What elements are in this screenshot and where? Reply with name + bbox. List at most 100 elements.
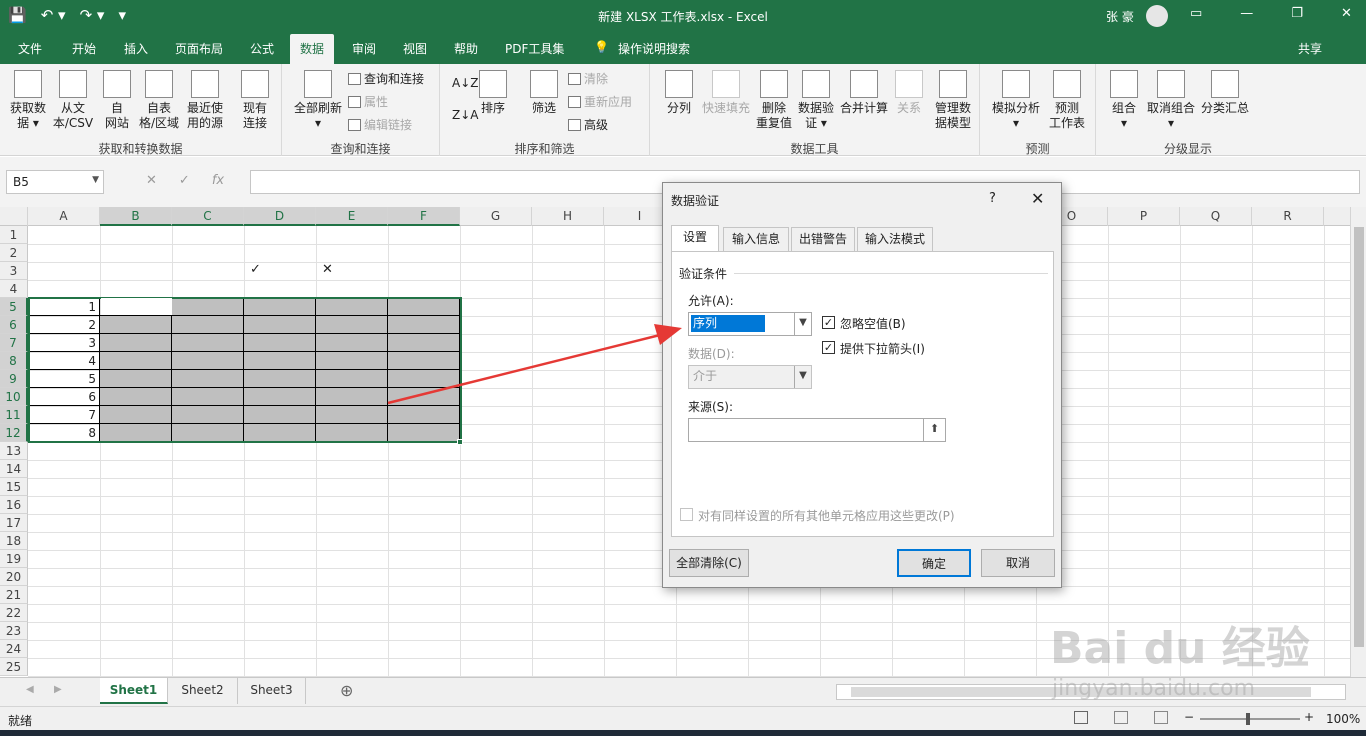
tab-ime-mode[interactable]: 输入法模式 bbox=[857, 227, 933, 251]
row-header-9[interactable]: 9 bbox=[0, 370, 28, 388]
query-connections-button[interactable]: 查询和连接 bbox=[348, 70, 424, 87]
manage-data-model-button[interactable]: 管理数 据模型 bbox=[932, 70, 974, 131]
ok-button[interactable]: 确定 bbox=[897, 549, 971, 577]
cancel-button[interactable]: 取消 bbox=[981, 549, 1055, 577]
row-header-16[interactable]: 16 bbox=[0, 496, 28, 514]
row-header-3[interactable]: 3 bbox=[0, 262, 28, 280]
recent-sources-button[interactable]: 最近使 用的源 bbox=[184, 70, 226, 131]
select-all-corner[interactable] bbox=[0, 207, 28, 226]
row-header-24[interactable]: 24 bbox=[0, 640, 28, 658]
relationships-button[interactable]: 关系 bbox=[892, 70, 926, 116]
row-header-1[interactable]: 1 bbox=[0, 226, 28, 244]
close-icon[interactable]: ✕ bbox=[1031, 189, 1044, 208]
refresh-all-button[interactable]: 全部刷新 ▾ bbox=[290, 70, 346, 131]
check-mark-cell[interactable]: ✓ bbox=[250, 262, 261, 277]
tab-page-layout[interactable]: 页面布局 bbox=[175, 40, 223, 57]
row-header-17[interactable]: 17 bbox=[0, 514, 28, 532]
column-header-R[interactable]: R bbox=[1252, 207, 1324, 226]
apply-all-checkbox[interactable] bbox=[680, 508, 693, 521]
row-header-22[interactable]: 22 bbox=[0, 604, 28, 622]
tab-input-message[interactable]: 输入信息 bbox=[723, 227, 789, 251]
row-header-21[interactable]: 21 bbox=[0, 586, 28, 604]
source-input[interactable]: ⬆ bbox=[688, 418, 946, 442]
column-header-D[interactable]: D bbox=[244, 207, 316, 226]
clear-filter-button[interactable]: 清除 bbox=[568, 70, 608, 87]
insert-function-icon[interactable]: fx bbox=[212, 173, 224, 188]
row-header-18[interactable]: 18 bbox=[0, 532, 28, 550]
consolidate-button[interactable]: 合并计算 bbox=[838, 70, 890, 116]
user-name[interactable]: 张 豪 bbox=[1106, 8, 1134, 25]
add-sheet-icon[interactable]: ⊕ bbox=[340, 681, 353, 700]
tab-data[interactable]: 数据 bbox=[290, 34, 335, 64]
tab-formulas[interactable]: 公式 bbox=[250, 40, 274, 57]
enter-icon[interactable]: ✓ bbox=[179, 173, 190, 188]
zoom-in-icon[interactable]: + bbox=[1304, 710, 1314, 724]
sort-desc-button[interactable]: Z↓A bbox=[452, 108, 478, 122]
help-icon[interactable]: ? bbox=[989, 191, 996, 206]
avatar[interactable] bbox=[1146, 5, 1168, 27]
tab-file[interactable]: 文件 bbox=[18, 40, 42, 57]
collapse-dialog-icon[interactable]: ⬆ bbox=[923, 419, 945, 441]
active-cell[interactable] bbox=[101, 298, 172, 315]
row-header-25[interactable]: 25 bbox=[0, 658, 28, 676]
share-button[interactable]: 共享 bbox=[1298, 40, 1322, 57]
normal-view-icon[interactable] bbox=[1074, 711, 1088, 724]
tab-review[interactable]: 审阅 bbox=[352, 40, 376, 57]
column-header-P[interactable]: P bbox=[1108, 207, 1180, 226]
fill-handle[interactable] bbox=[457, 439, 463, 445]
tab-home[interactable]: 开始 bbox=[72, 40, 96, 57]
filter-button[interactable]: 筛选 bbox=[526, 70, 562, 116]
forecast-sheet-button[interactable]: 预测 工作表 bbox=[1044, 70, 1090, 131]
ungroup-button[interactable]: 取消组合 ▾ bbox=[1142, 70, 1200, 131]
column-header-F[interactable]: F bbox=[388, 207, 460, 226]
column-header-C[interactable]: C bbox=[172, 207, 244, 226]
what-if-analysis-button[interactable]: 模拟分析 ▾ bbox=[988, 70, 1044, 131]
from-web-button[interactable]: 自 网站 bbox=[98, 70, 136, 131]
cross-mark-cell[interactable]: ✕ bbox=[322, 262, 333, 277]
reapply-button[interactable]: 重新应用 bbox=[568, 93, 632, 110]
minimize-icon[interactable]: — bbox=[1240, 6, 1253, 21]
chevron-down-icon[interactable]: ▼ bbox=[794, 313, 811, 335]
column-header-A[interactable]: A bbox=[28, 207, 100, 226]
ignore-blank-checkbox[interactable]: ✓ bbox=[822, 316, 835, 329]
tell-me-search[interactable]: 操作说明搜索 bbox=[618, 40, 690, 57]
sheet-tab-2[interactable]: Sheet2 bbox=[168, 678, 238, 704]
subtotal-button[interactable]: 分类汇总 bbox=[1200, 70, 1250, 116]
chevron-down-icon[interactable]: ▼ bbox=[92, 175, 99, 185]
sort-button[interactable]: 排序 bbox=[476, 70, 510, 116]
tab-settings[interactable]: 设置 bbox=[671, 225, 719, 252]
row-header-13[interactable]: 13 bbox=[0, 442, 28, 460]
clear-all-button[interactable]: 全部清除(C) bbox=[669, 549, 749, 577]
existing-connections-button[interactable]: 现有 连接 bbox=[236, 70, 274, 131]
zoom-level[interactable]: 100% bbox=[1326, 712, 1360, 726]
row-header-20[interactable]: 20 bbox=[0, 568, 28, 586]
column-header-Q[interactable]: Q bbox=[1180, 207, 1252, 226]
text-to-columns-button[interactable]: 分列 bbox=[662, 70, 696, 116]
scroll-right-icon[interactable]: ▶ bbox=[54, 684, 62, 695]
properties-button[interactable]: 属性 bbox=[348, 93, 388, 110]
column-header-B[interactable]: B bbox=[100, 207, 172, 226]
row-header-2[interactable]: 2 bbox=[0, 244, 28, 262]
column-header-H[interactable]: H bbox=[532, 207, 604, 226]
page-layout-view-icon[interactable] bbox=[1114, 711, 1128, 724]
data-validation-button[interactable]: 数据验 证 ▾ bbox=[796, 70, 836, 131]
scroll-thumb[interactable] bbox=[1354, 227, 1364, 647]
sheet-tab-1[interactable]: Sheet1 bbox=[100, 678, 168, 704]
allow-select[interactable]: 序列 ▼ bbox=[688, 312, 812, 336]
from-text-csv-button[interactable]: 从文 本/CSV bbox=[50, 70, 96, 131]
zoom-slider[interactable] bbox=[1200, 713, 1300, 725]
sort-asc-button[interactable]: A↓Z bbox=[452, 76, 478, 90]
page-break-view-icon[interactable] bbox=[1154, 711, 1168, 724]
zoom-out-icon[interactable]: − bbox=[1184, 710, 1194, 724]
advanced-filter-button[interactable]: 高级 bbox=[568, 116, 608, 133]
row-header-10[interactable]: 10 bbox=[0, 388, 28, 406]
scroll-left-icon[interactable]: ◀ bbox=[26, 684, 34, 695]
row-header-14[interactable]: 14 bbox=[0, 460, 28, 478]
row-header-5[interactable]: 5 bbox=[0, 298, 28, 316]
get-data-button[interactable]: 获取数 据 ▾ bbox=[6, 70, 50, 131]
ribbon-display-icon[interactable]: ▭ bbox=[1190, 6, 1202, 21]
from-table-button[interactable]: 自表 格/区域 bbox=[136, 70, 182, 131]
row-header-7[interactable]: 7 bbox=[0, 334, 28, 352]
row-header-23[interactable]: 23 bbox=[0, 622, 28, 640]
dropdown-checkbox[interactable]: ✓ bbox=[822, 341, 835, 354]
